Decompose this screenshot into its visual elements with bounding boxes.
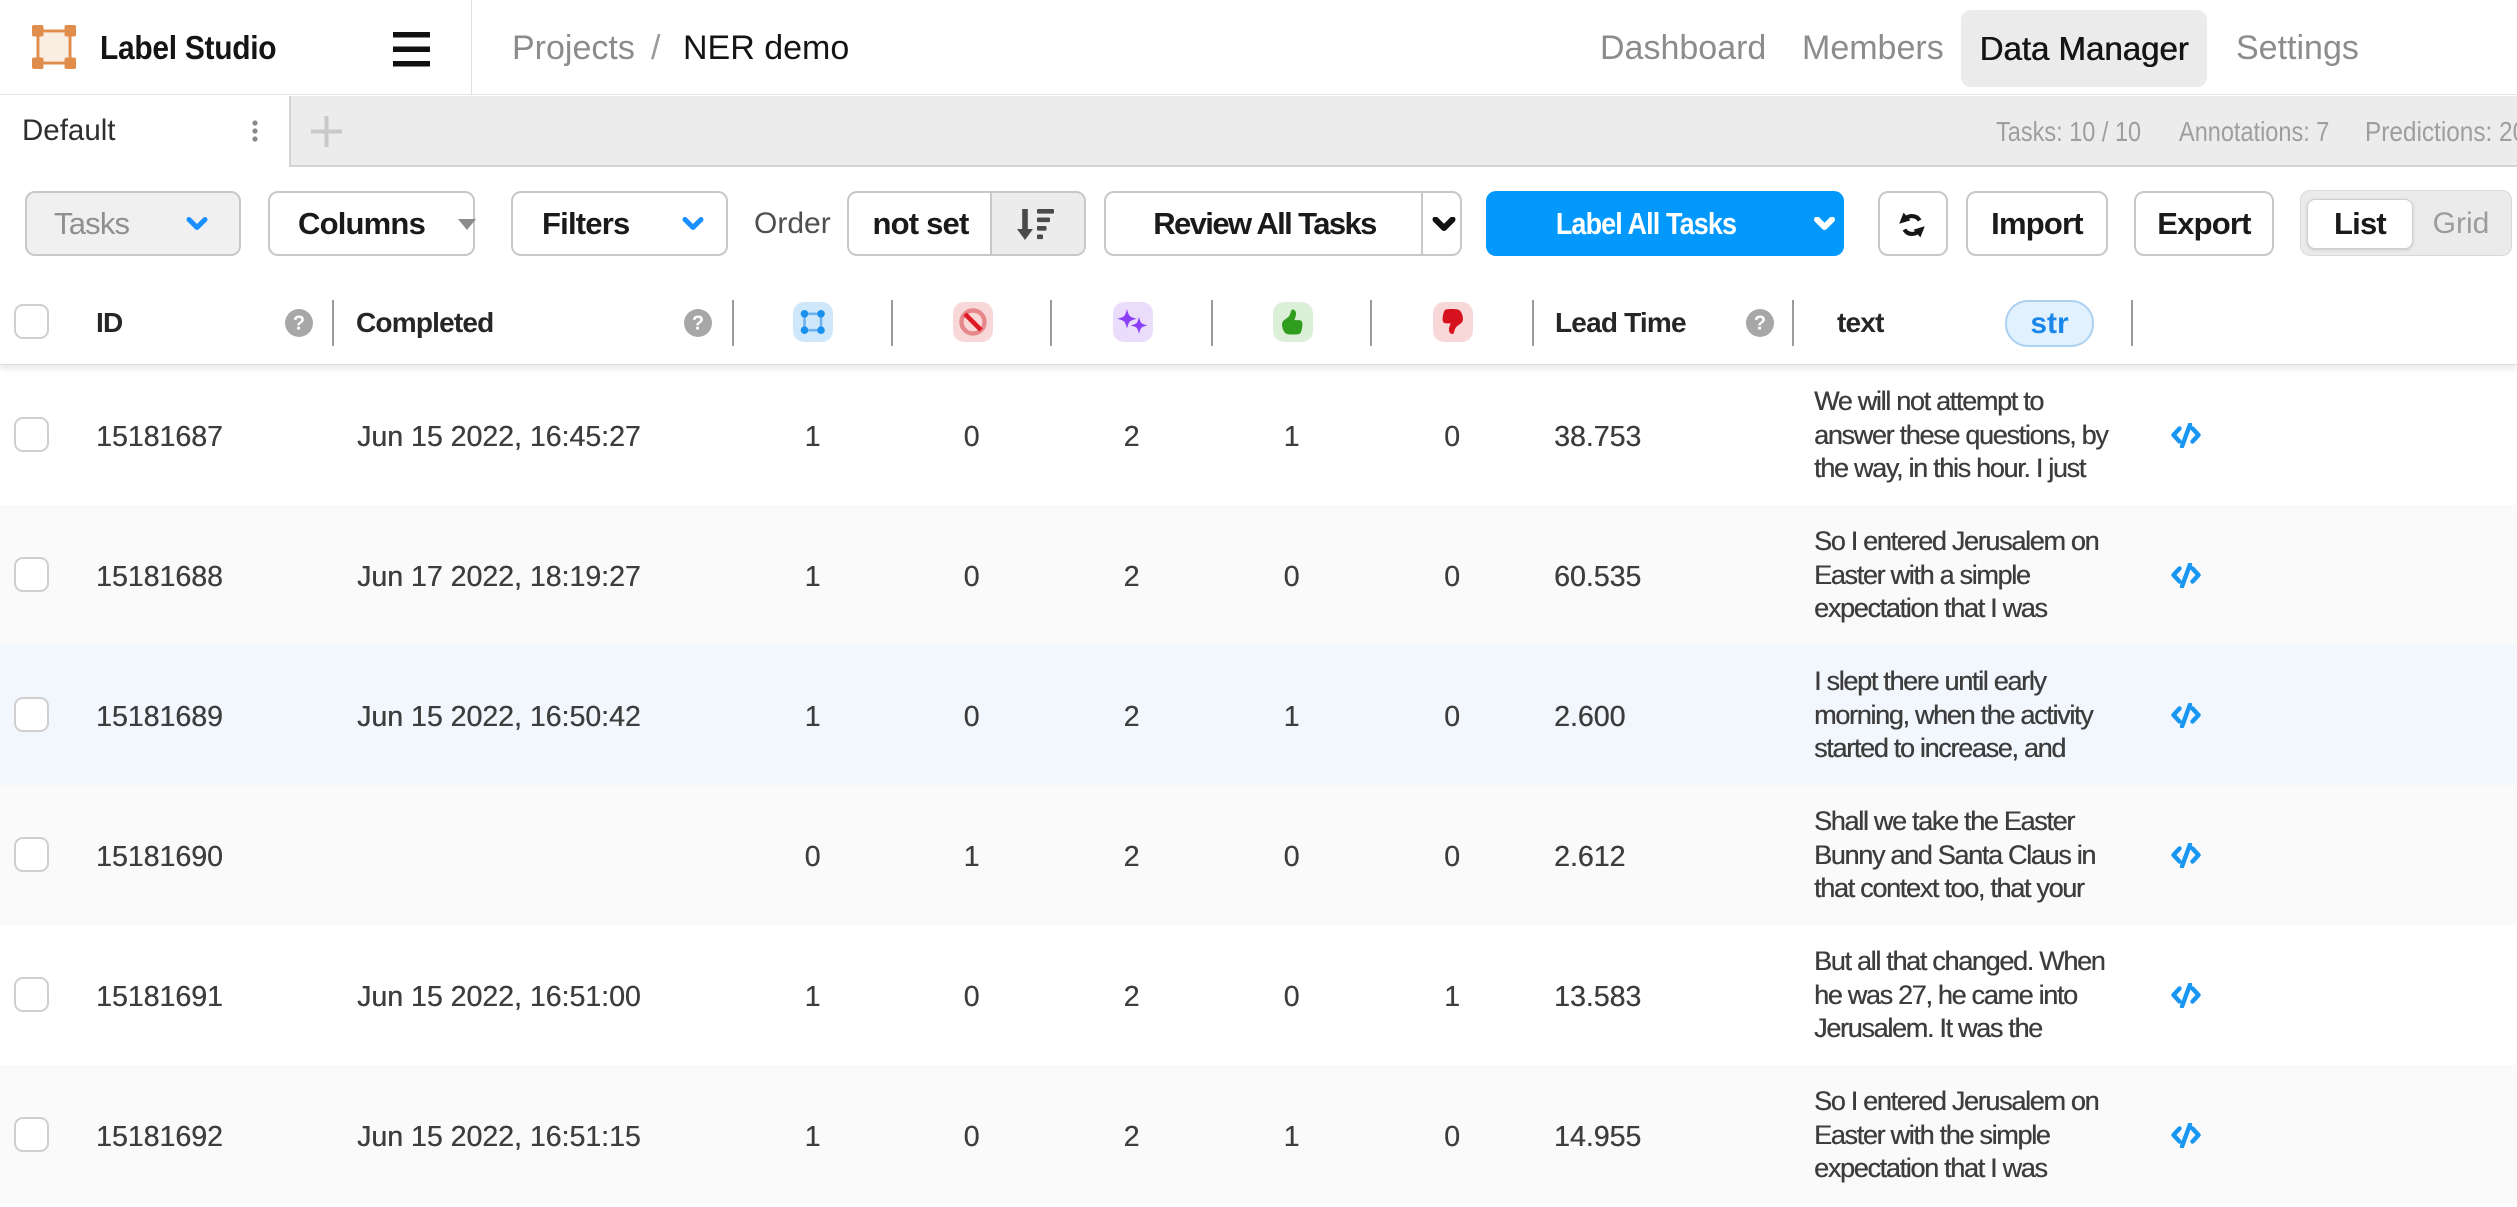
svg-text:?: ? [1754, 313, 1766, 335]
svg-text:?: ? [293, 313, 305, 335]
svg-text:?: ? [692, 313, 704, 335]
